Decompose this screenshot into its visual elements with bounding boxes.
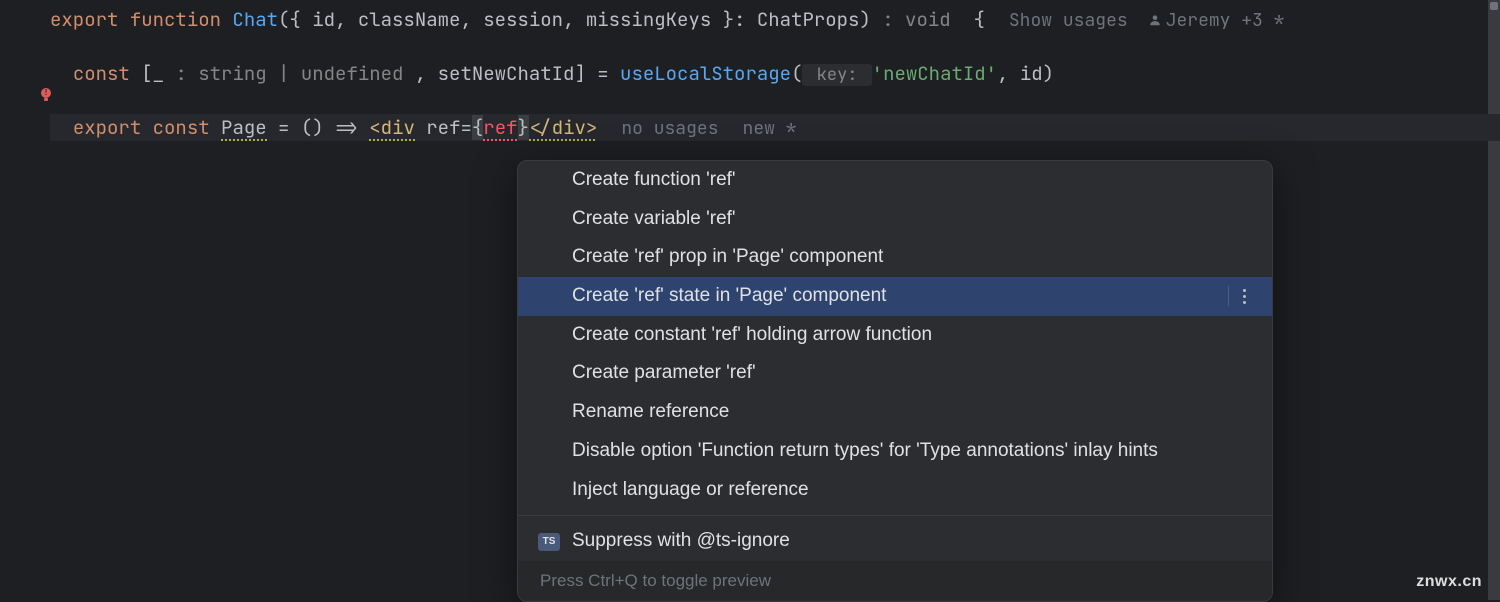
- intention-item-create-function[interactable]: Create function 'ref': [518, 161, 1272, 200]
- intention-item-inject[interactable]: Inject language or reference: [518, 471, 1272, 510]
- keyword-const-2: const: [153, 115, 210, 140]
- brace: {: [962, 7, 985, 32]
- code-line-2[interactable]: const [_ : string | undefined , setNewCh…: [50, 60, 1500, 87]
- popup-footer-hint: Press Ctrl+Q to toggle preview: [518, 561, 1272, 601]
- separator: [518, 515, 1272, 516]
- keyword-export-2: export: [73, 115, 141, 140]
- blank-line[interactable]: [50, 33, 1500, 60]
- call-name: useLocalStorage: [620, 61, 791, 86]
- item-label: Create function 'ref': [572, 168, 736, 193]
- no-usages-hint[interactable]: no usages: [621, 117, 718, 140]
- intention-bulb-icon[interactable]: !: [38, 87, 54, 103]
- type-hint: : string | undefined: [175, 61, 414, 86]
- vcs-status[interactable]: new *: [743, 117, 797, 140]
- paren-close: ): [859, 7, 870, 32]
- intention-actions-popup: Create function 'ref' Create variable 'r…: [517, 160, 1273, 602]
- person-icon: [1148, 13, 1162, 27]
- destruct-rest: , setNewChatId] =: [415, 61, 620, 86]
- keyword-const: const: [73, 61, 130, 86]
- code-line-1[interactable]: export function Chat({ id, className, se…: [50, 6, 1500, 33]
- item-label: Suppress with @ts-ignore: [572, 529, 790, 554]
- return-type-hint: : void: [871, 7, 962, 32]
- code-line-3[interactable]: export const Page = () => <div ref={ref}…: [50, 114, 1500, 141]
- gutter: [0, 0, 10, 600]
- item-label: Create parameter 'ref': [572, 361, 756, 386]
- intention-item-create-variable[interactable]: Create variable 'ref': [518, 200, 1272, 239]
- intention-item-create-state[interactable]: Create 'ref' state in 'Page' component: [518, 277, 1272, 316]
- param-hint: key:: [802, 64, 871, 86]
- intention-item-suppress-ts[interactable]: TS Suppress with @ts-ignore: [518, 522, 1272, 561]
- identifier-page: Page: [221, 115, 267, 140]
- jsx-open-tag: <div: [369, 115, 415, 140]
- item-label: Inject language or reference: [572, 478, 809, 503]
- svg-text:!: !: [44, 88, 49, 98]
- item-label: Create 'ref' state in 'Page' component: [572, 284, 886, 309]
- item-label: Rename reference: [572, 400, 729, 425]
- params: ({ id, className, session, missingKeys }…: [278, 7, 757, 32]
- item-label: Disable option 'Function return types' f…: [572, 439, 1158, 464]
- string-literal: 'newChatId': [872, 61, 997, 86]
- item-label: Create 'ref' prop in 'Page' component: [572, 245, 883, 270]
- watermark: znwx.cn: [1416, 573, 1482, 591]
- brace-open: {: [472, 115, 483, 140]
- keyword-function: function: [130, 7, 221, 32]
- jsx-close-tag: </div>: [529, 115, 597, 140]
- equals: =: [460, 115, 471, 140]
- intention-item-create-parameter[interactable]: Create parameter 'ref': [518, 354, 1272, 393]
- keyword-export: export: [50, 7, 118, 32]
- ref-error: ref: [483, 115, 517, 140]
- author-text: Jeremy +3 *: [1166, 9, 1285, 32]
- intention-item-rename[interactable]: Rename reference: [518, 393, 1272, 432]
- author-annotation[interactable]: Jeremy +3 *: [1148, 9, 1285, 32]
- call-tail: , id): [997, 61, 1054, 86]
- brace-close: }: [518, 115, 529, 140]
- intention-item-disable-hints[interactable]: Disable option 'Function return types' f…: [518, 432, 1272, 471]
- intention-item-create-constant[interactable]: Create constant 'ref' holding arrow func…: [518, 316, 1272, 355]
- typescript-icon: TS: [538, 533, 560, 551]
- jsx-attr: ref: [415, 115, 461, 140]
- type: ChatProps: [757, 7, 860, 32]
- item-label: Create variable 'ref': [572, 207, 736, 232]
- paren-open: (: [791, 61, 802, 86]
- arrow: = () =>: [267, 115, 370, 140]
- show-usages-link[interactable]: Show usages: [1009, 9, 1128, 32]
- more-options-icon[interactable]: [1228, 286, 1248, 306]
- function-name: Chat: [232, 7, 278, 32]
- blank-line-2[interactable]: [50, 87, 1500, 114]
- destruct: [_: [130, 61, 176, 86]
- intention-item-create-prop[interactable]: Create 'ref' prop in 'Page' component: [518, 238, 1272, 277]
- item-label: Create constant 'ref' holding arrow func…: [572, 323, 932, 348]
